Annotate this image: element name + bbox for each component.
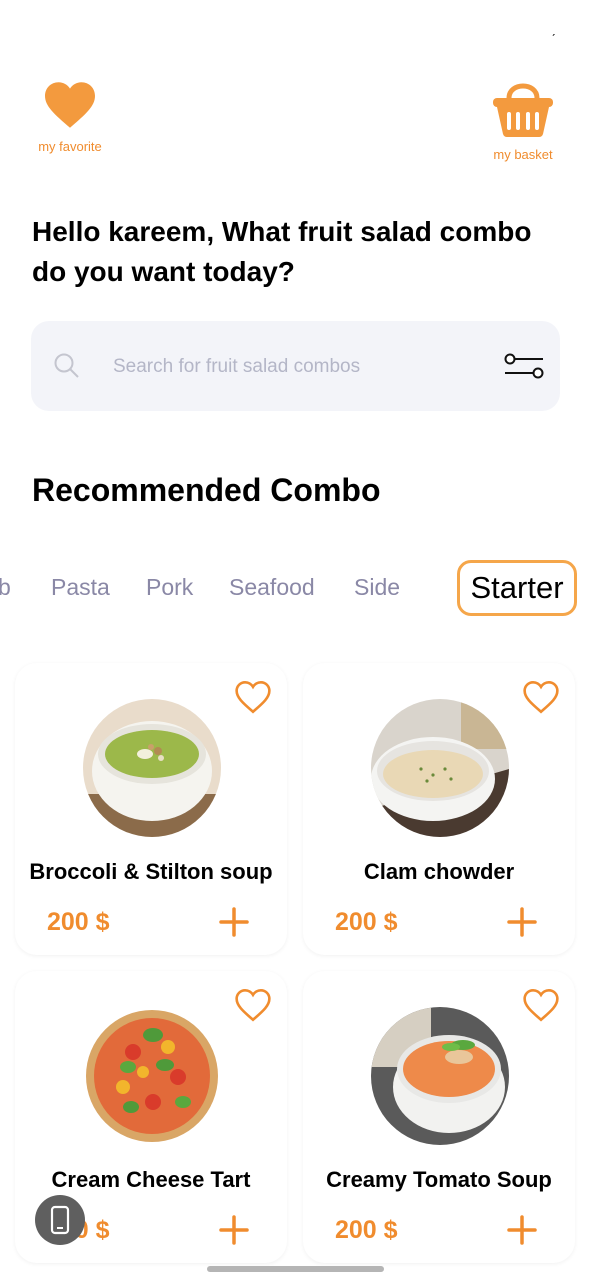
basket-icon (493, 83, 553, 137)
product-price: 200 $ (47, 908, 110, 936)
favorite-heart-icon[interactable] (233, 987, 273, 1023)
favorite-heart-icon[interactable] (521, 679, 561, 715)
search-input[interactable] (111, 348, 495, 386)
filter-icon[interactable] (504, 353, 544, 379)
plus-icon[interactable] (219, 907, 249, 937)
top-bar: my favorite my basket (0, 70, 591, 180)
clam-chowder-image (371, 699, 509, 837)
category-tabs: b Pasta Pork Seafood Side Starter (0, 560, 591, 616)
product-name: Clam chowder (363, 859, 515, 884)
tab-pork[interactable]: Pork (146, 574, 193, 601)
status-mark: ˏ (551, 20, 556, 36)
tab-lamb[interactable]: b (0, 574, 11, 601)
favorite-heart-icon[interactable] (233, 679, 273, 715)
plus-icon[interactable] (219, 1215, 249, 1245)
section-title: Recommended Combo (32, 472, 381, 508)
phone-icon (50, 1205, 70, 1235)
my-basket-button[interactable]: my basket (487, 76, 559, 162)
product-card[interactable]: Creamy Tomato Soup 200 $ (303, 971, 575, 1263)
my-favorite-label: my favorite (38, 139, 102, 154)
greeting-heading: Hello kareem, What fruit salad combo do … (32, 216, 532, 287)
tab-side[interactable]: Side (354, 574, 400, 601)
product-price: 200 $ (335, 1216, 398, 1244)
search-icon (54, 353, 79, 378)
search-bar (31, 321, 560, 411)
broccoli-soup-image (83, 699, 221, 837)
plus-icon[interactable] (507, 1215, 537, 1245)
home-indicator[interactable] (207, 1266, 384, 1272)
plus-icon[interactable] (507, 907, 537, 937)
product-name: Cream Cheese Tart (51, 1167, 251, 1192)
heart-icon (45, 82, 95, 128)
product-card[interactable]: Broccoli & Stilton soup 200 $ (15, 663, 287, 955)
tomato-soup-image (371, 1007, 509, 1145)
product-name: Broccoli & Stilton soup (29, 859, 273, 884)
product-card[interactable]: Clam chowder 200 $ (303, 663, 575, 955)
my-favorite-button[interactable]: my favorite (30, 80, 110, 154)
tab-seafood[interactable]: Seafood (229, 574, 315, 601)
tab-starter[interactable]: Starter (457, 560, 577, 616)
cream-cheese-tart-image (83, 1007, 221, 1145)
my-basket-label: my basket (493, 147, 553, 162)
product-price: 200 $ (335, 908, 398, 936)
tab-pasta[interactable]: Pasta (51, 574, 110, 601)
favorite-heart-icon[interactable] (521, 987, 561, 1023)
phone-button[interactable] (35, 1195, 85, 1245)
product-name: Creamy Tomato Soup (326, 1167, 552, 1192)
